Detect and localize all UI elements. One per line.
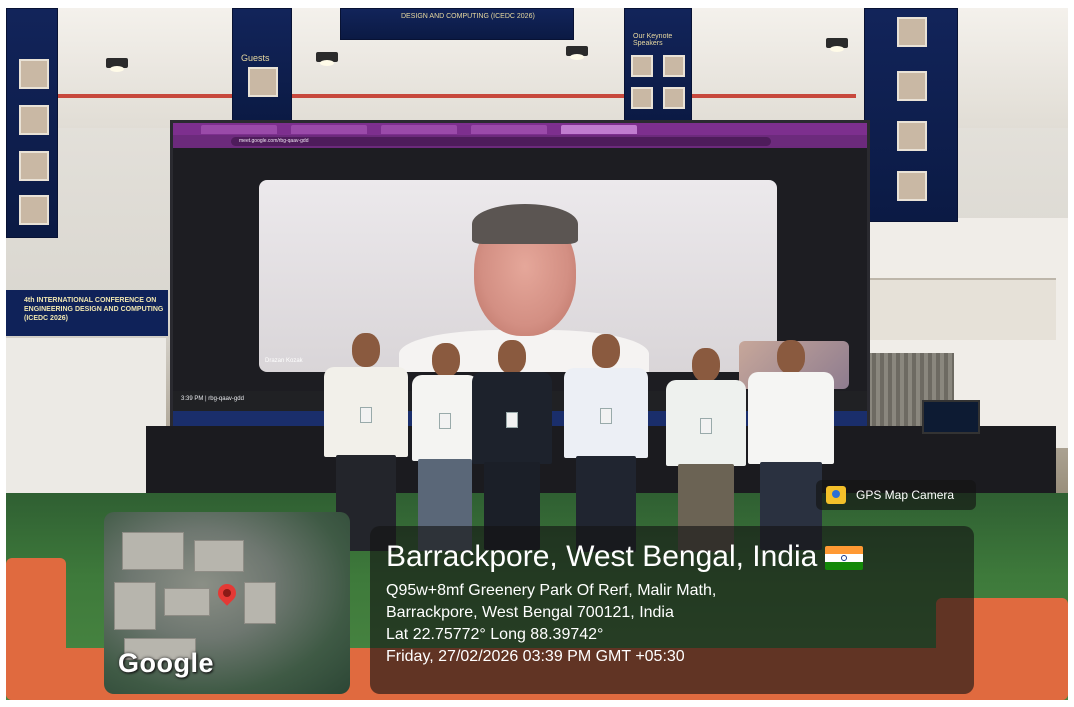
banner-guests: Guests bbox=[232, 8, 292, 122]
banner-keynote-title: Our Keynote Speakers bbox=[633, 33, 673, 47]
conference-board: 4th INTERNATIONAL CONFERENCE ON ENGINEER… bbox=[6, 290, 168, 336]
location-title-text: Barrackpore, West Bengal, India bbox=[386, 540, 818, 573]
ceiling-light bbox=[316, 52, 338, 66]
left-wall bbox=[6, 338, 166, 498]
meeting-time: 3:39 PM | rbg-qaav-gdd bbox=[181, 396, 244, 402]
person-4 bbox=[564, 334, 648, 554]
location-title: Barrackpore, West Bengal, India bbox=[386, 540, 864, 574]
location-pin-icon bbox=[214, 580, 240, 606]
browser-url: meet.google.com/rbg-qaav-gdd bbox=[231, 137, 771, 146]
address-line-1: Q95w+8mf Greenery Park Of Rerf, Malir Ma… bbox=[386, 582, 717, 599]
balcony bbox=[866, 278, 1056, 340]
stage-monitor bbox=[922, 400, 980, 434]
person-5 bbox=[666, 348, 746, 553]
banner-top-text: DESIGN AND COMPUTING (ICEDC 2026) bbox=[401, 13, 535, 20]
ceiling-light bbox=[106, 58, 128, 72]
india-flag-icon bbox=[825, 546, 864, 571]
person-3 bbox=[472, 340, 552, 552]
banner-right-speakers bbox=[864, 8, 958, 222]
ceiling-light bbox=[826, 38, 848, 52]
gps-badge-label: GPS Map Camera bbox=[856, 488, 955, 502]
satellite-map-thumbnail: Google bbox=[104, 512, 350, 694]
browser-tab-bar bbox=[173, 123, 867, 135]
conference-board-text: 4th INTERNATIONAL CONFERENCE ON ENGINEER… bbox=[24, 297, 164, 322]
ceiling-beam bbox=[56, 94, 856, 98]
banner-keynote-center: Our Keynote Speakers bbox=[624, 8, 692, 122]
banner-guests-title: Guests bbox=[241, 53, 270, 63]
datetime: Friday, 27/02/2026 03:39 PM GMT +05:30 bbox=[386, 648, 685, 665]
person-6 bbox=[748, 340, 834, 552]
ceiling-light bbox=[566, 46, 588, 60]
browser-address-bar: meet.google.com/rbg-qaav-gdd bbox=[173, 135, 867, 148]
participant-name: Drazan Kozak bbox=[265, 358, 303, 364]
banner-top: DESIGN AND COMPUTING (ICEDC 2026) bbox=[340, 8, 574, 40]
banner-left-speakers bbox=[6, 8, 58, 238]
coordinates: Lat 22.75772° Long 88.39742° bbox=[386, 626, 604, 643]
google-logo: Google bbox=[118, 648, 214, 678]
address-line-2: Barrackpore, West Bengal 700121, India bbox=[386, 604, 674, 621]
location-info-card: Barrackpore, West Bengal, India Q95w+8mf… bbox=[370, 526, 974, 694]
gps-camera-icon bbox=[826, 486, 846, 504]
gps-map-camera-badge: GPS Map Camera bbox=[816, 480, 976, 510]
person-2 bbox=[412, 343, 478, 553]
